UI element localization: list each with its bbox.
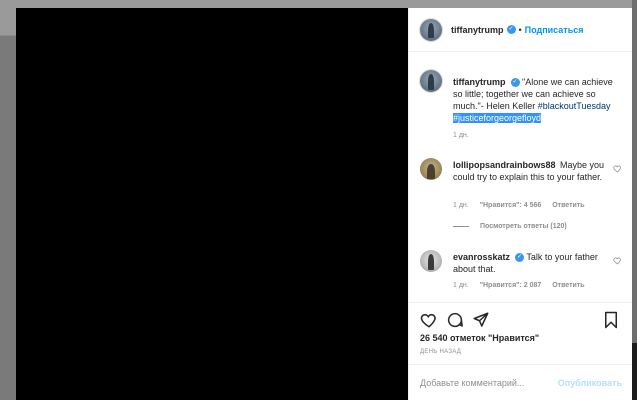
author-username[interactable]: tiffanytrump — [451, 25, 504, 35]
commenter-avatar[interactable] — [420, 250, 442, 272]
post-header: tiffanytrump ✓ • Подписаться — [409, 8, 632, 52]
heart-icon[interactable] — [420, 311, 438, 329]
verified-badge-icon: ✓ — [510, 78, 520, 88]
post-modal: tiffanytrump ✓ • Подписаться tiffanytrum… — [16, 8, 632, 400]
share-icon[interactable] — [472, 311, 490, 329]
action-bar: 26 540 отметок "Нравится" ДЕНЬ НАЗАД Доб… — [409, 302, 632, 400]
caption-time[interactable]: 1 дн. — [453, 132, 469, 139]
commenter-username[interactable]: lollipopsandrainbows88 — [453, 160, 556, 170]
caption-avatar[interactable] — [420, 70, 442, 92]
hashtag-link[interactable]: #blackoutTuesday — [538, 101, 611, 111]
bookmark-icon[interactable] — [602, 311, 620, 329]
post-side-panel: tiffanytrump ✓ • Подписаться tiffanytrum… — [408, 8, 632, 400]
caption-meta: 1 дн. — [453, 132, 478, 139]
comment-meta: 1 дн. "Нравится": 4 566 Ответить — [453, 202, 594, 209]
verified-badge-icon: ✓ — [506, 25, 516, 34]
comment-likes[interactable]: "Нравится": 2 087 — [480, 282, 542, 289]
view-replies-button[interactable]: Посмотреть ответы (120) — [453, 223, 567, 230]
reply-button[interactable]: Ответить — [552, 202, 584, 209]
likes-count[interactable]: 26 540 отметок "Нравится" — [420, 333, 539, 343]
post-image[interactable] — [16, 8, 408, 400]
follow-button[interactable]: Подписаться — [525, 25, 584, 35]
commenter-avatar[interactable] — [420, 158, 442, 180]
post-comment-button[interactable]: Опубликовать — [558, 378, 622, 388]
comment-meta: 1 дн. "Нравится": 2 087 Ответить — [453, 282, 594, 289]
page-background-edge — [632, 0, 637, 400]
heart-icon[interactable] — [613, 164, 622, 173]
caption-text: tiffanytrump ✓ "Alone we can achieve so l… — [453, 76, 613, 124]
comment-likes[interactable]: "Нравится": 4 566 — [480, 202, 542, 209]
replies-divider — [453, 226, 469, 227]
caption-item: tiffanytrump ✓ "Alone we can achieve so l… — [420, 70, 626, 150]
comment-time[interactable]: 1 дн. — [453, 202, 469, 209]
page-background-divider — [0, 35, 16, 36]
comment-text: evanrosskatz ✓ Talk to your father about … — [453, 251, 613, 275]
comment-time[interactable]: 1 дн. — [453, 282, 469, 289]
post-date[interactable]: ДЕНЬ НАЗАД — [420, 349, 461, 355]
caption-username[interactable]: tiffanytrump — [453, 77, 506, 87]
heart-icon[interactable] — [613, 256, 622, 265]
verified-badge-icon: ✓ — [515, 253, 525, 263]
comment-icon[interactable] — [446, 311, 464, 329]
commenter-username[interactable]: evanrosskatz — [453, 252, 510, 262]
comment-item: evanrosskatz ✓ Talk to your father about … — [420, 250, 626, 310]
author-avatar[interactable] — [420, 18, 442, 41]
view-replies-label: Посмотреть ответы (120) — [480, 223, 567, 230]
reply-button[interactable]: Ответить — [552, 282, 584, 289]
header-separator: • — [518, 24, 522, 35]
add-comment-form: Добавьте комментарий... Опубликовать — [409, 364, 632, 400]
comment-input[interactable]: Добавьте комментарий... — [420, 378, 558, 388]
comment-item: lollipopsandrainbows88 Maybe you could t… — [420, 158, 626, 238]
hashtag-link-selected[interactable]: #justiceforgeorgefloyd — [453, 113, 542, 123]
comment-text: lollipopsandrainbows88 Maybe you could t… — [453, 159, 613, 183]
